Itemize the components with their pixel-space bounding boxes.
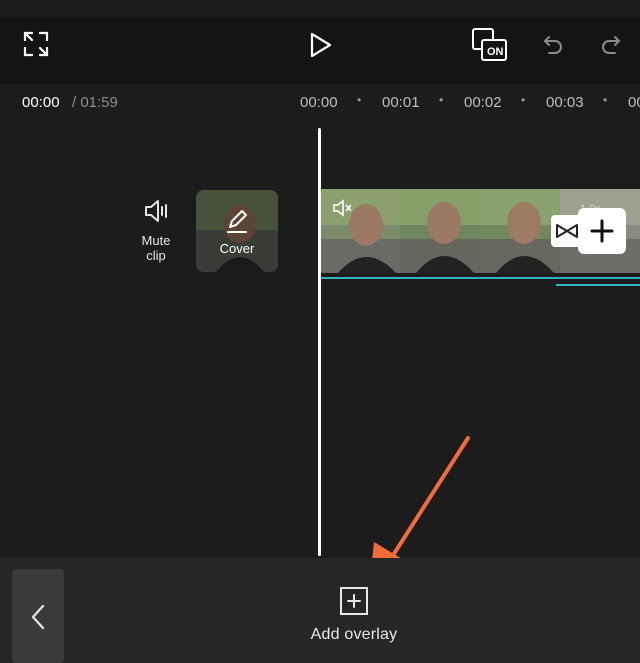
video-frame: [400, 189, 480, 273]
undo-icon[interactable]: [540, 32, 566, 58]
audio-track-line: [320, 277, 640, 279]
fullscreen-icon[interactable]: [22, 30, 50, 58]
ruler-tick: 00:03: [546, 94, 584, 111]
redo-icon[interactable]: [598, 32, 624, 58]
ruler-tick: 00:00: [300, 94, 338, 111]
muted-speaker-icon: [333, 199, 352, 217]
top-toolbar: ON: [0, 18, 640, 84]
add-overlay-icon: [340, 587, 368, 615]
add-overlay-label: Add overlay: [310, 626, 398, 643]
ruler-tick: 00:02: [464, 94, 502, 111]
play-button[interactable]: [306, 30, 336, 60]
cover-button[interactable]: Cover: [196, 190, 278, 272]
ruler-dot: •: [439, 93, 444, 107]
total-time: / 01:59: [72, 94, 118, 111]
playhead[interactable]: [318, 128, 321, 556]
preview-toggle-button[interactable]: ON: [470, 26, 510, 64]
play-icon: [310, 32, 332, 58]
plus-icon: [590, 219, 614, 243]
ruler-tick: 00: [628, 94, 640, 111]
chevron-left-icon: [31, 604, 45, 630]
mute-clip-label: Mute clip: [141, 233, 171, 263]
audio-track-line: [556, 284, 640, 286]
ruler-dot: •: [357, 93, 362, 107]
speaker-icon: [145, 200, 167, 222]
add-overlay-button[interactable]: Add overlay: [290, 582, 418, 652]
video-frame: [480, 189, 560, 273]
ruler-tick: 00:01: [382, 94, 420, 111]
mute-clip-button[interactable]: Mute clip: [130, 198, 182, 263]
back-button[interactable]: [12, 569, 64, 663]
ruler-dot: •: [521, 93, 526, 107]
cover-label: Cover: [219, 241, 255, 256]
status-strip: [0, 0, 640, 18]
current-time: 00:00: [22, 94, 60, 111]
pencil-icon: [227, 210, 247, 233]
ruler-dot: •: [603, 93, 608, 107]
preview-toggle-badge: ON: [487, 46, 504, 58]
add-clip-button[interactable]: [578, 208, 626, 254]
